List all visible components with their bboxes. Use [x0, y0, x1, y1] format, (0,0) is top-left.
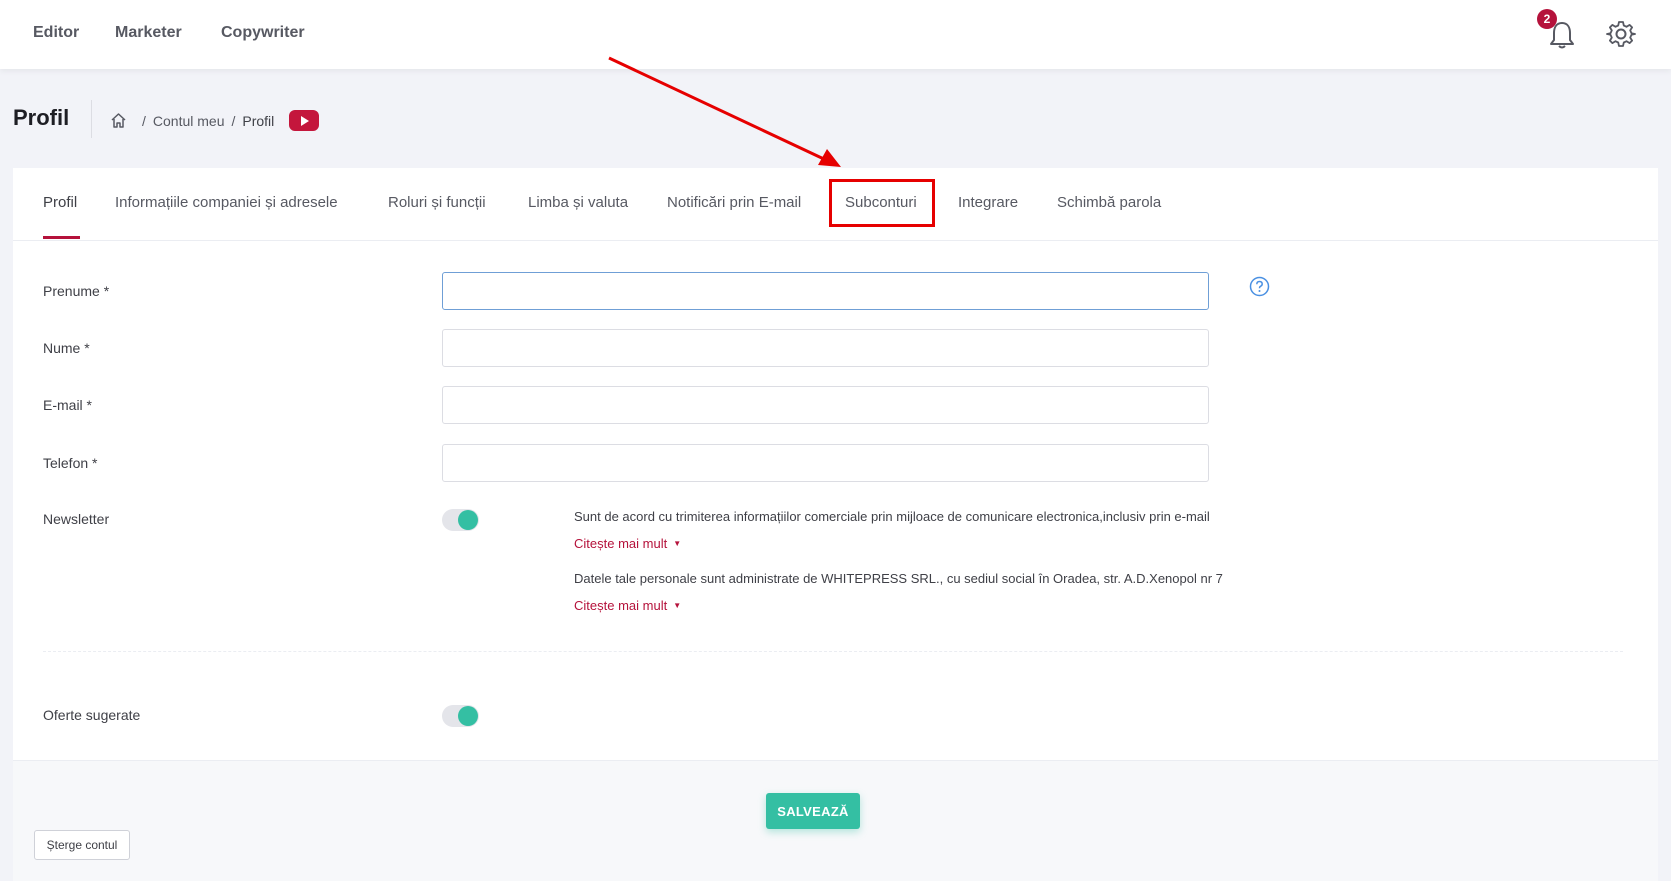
tab-email-notifications[interactable]: Notificări prin E-mail: [667, 194, 801, 211]
breadcrumb-contul-meu[interactable]: Contul meu: [153, 113, 225, 129]
tab-profil[interactable]: Profil: [43, 194, 77, 211]
nav-marketer[interactable]: Marketer: [115, 24, 182, 42]
tab-bar: Profil Informațiile companiei și adresel…: [13, 168, 1658, 241]
page-title: Profil: [13, 105, 70, 130]
phone-label: Telefon *: [43, 455, 98, 471]
delete-account-button[interactable]: Șterge contul: [34, 830, 130, 860]
tab-language-currency[interactable]: Limba și valuta: [528, 194, 628, 211]
newsletter-consent-text: Sunt de acord cu trimiterea informațiilo…: [574, 509, 1210, 524]
newsletter-toggle[interactable]: [442, 509, 479, 531]
profile-card: Profil Informațiile companiei și adresel…: [13, 168, 1658, 881]
tab-integration[interactable]: Integrare: [958, 194, 1018, 211]
read-more-label: Citește mai mult: [574, 598, 668, 613]
youtube-icon[interactable]: [289, 110, 320, 131]
top-navbar: Editor Marketer Copywriter 2: [0, 0, 1671, 69]
read-more-link[interactable]: Citește mai mult ▼: [574, 598, 681, 613]
privacy-consent-text: Datele tale personale sunt administrate …: [574, 571, 1223, 586]
breadcrumb-separator: /: [231, 112, 236, 129]
breadcrumb-separator: /: [142, 112, 146, 129]
first-name-label: Prenume *: [43, 283, 110, 299]
read-more-link[interactable]: Citește mai mult ▼: [574, 536, 681, 551]
last-name-field[interactable]: [442, 329, 1209, 367]
tab-roles[interactable]: Roluri și funcții: [388, 194, 486, 211]
first-name-field[interactable]: [442, 272, 1209, 310]
toggle-knob: [458, 706, 478, 726]
newsletter-label: Newsletter: [43, 511, 110, 527]
tab-change-password[interactable]: Schimbă parola: [1057, 194, 1161, 211]
active-tab-indicator: [43, 236, 80, 239]
subheader-divider: [91, 100, 92, 138]
last-name-label: Nume *: [43, 340, 90, 356]
read-more-label: Citește mai mult: [574, 536, 668, 551]
suggested-offers-label: Oferte sugerate: [43, 707, 141, 723]
annotation-highlight-box: [829, 179, 935, 227]
gear-icon[interactable]: [1606, 19, 1636, 49]
tab-company-info[interactable]: Informațiile companiei și adresele: [115, 194, 338, 211]
help-icon[interactable]: [1249, 276, 1270, 297]
email-field[interactable]: [442, 386, 1209, 424]
home-icon[interactable]: [110, 112, 127, 129]
caret-down-icon: ▼: [673, 601, 682, 610]
section-divider: [43, 651, 1623, 652]
suggested-offers-toggle[interactable]: [442, 705, 479, 727]
phone-field[interactable]: [442, 444, 1209, 482]
nav-copywriter[interactable]: Copywriter: [221, 24, 305, 42]
notification-badge: 2: [1537, 9, 1557, 29]
nav-editor[interactable]: Editor: [33, 24, 79, 42]
toggle-knob: [458, 510, 478, 530]
save-button[interactable]: SALVEAZĂ: [766, 793, 860, 829]
breadcrumb: / Contul meu / Profil: [110, 110, 320, 131]
email-label: E-mail *: [43, 397, 93, 413]
breadcrumb-profil: Profil: [242, 112, 275, 129]
caret-down-icon: ▼: [673, 539, 682, 548]
